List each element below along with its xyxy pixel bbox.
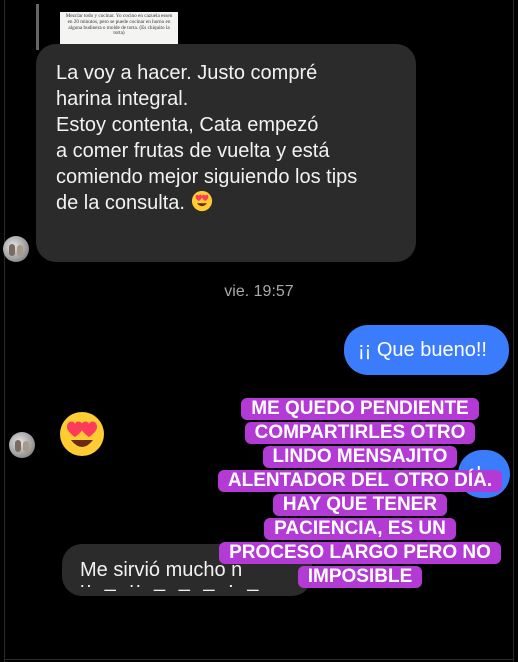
story-line: PACIENCIA, ES UN	[264, 518, 456, 540]
message-text: ¡¡ Que bueno!!	[358, 339, 487, 361]
story-line: COMPARTIRLES OTRO	[244, 422, 476, 444]
story-line: PROCESO LARGO PERO NO	[219, 542, 501, 564]
message-timestamp: vie. 19:57	[224, 283, 294, 300]
story-line: HAY QUE TENER	[272, 494, 448, 516]
chat-screen: Mezclar todo y cocinar. Yo cocino en caz…	[0, 0, 518, 662]
quote-bar	[36, 4, 39, 50]
frame-border-left	[4, 0, 5, 662]
heart-eyes-emoji-icon	[191, 190, 212, 212]
heart-eyes-emoji-icon[interactable]	[58, 410, 106, 458]
story-line: ALENTADOR DEL OTRO DÍA.	[217, 470, 503, 492]
story-text-overlay: ME QUEDO PENDIENTE COMPARTIRLES OTRO LIN…	[210, 398, 510, 590]
contact-avatar[interactable]	[9, 432, 35, 458]
frame-border-bottom	[4, 659, 514, 660]
story-line: IMPOSIBLE	[297, 566, 423, 588]
frame-border-right	[513, 0, 514, 662]
story-line: ME QUEDO PENDIENTE	[241, 398, 479, 420]
incoming-message-bubble[interactable]: La voy a hacer. Justo compré harina inte…	[36, 44, 416, 262]
story-line: LINDO MENSAJITO	[262, 446, 458, 468]
contact-avatar[interactable]	[3, 236, 29, 262]
outgoing-message-bubble[interactable]: ¡¡ Que bueno!!	[344, 325, 509, 375]
